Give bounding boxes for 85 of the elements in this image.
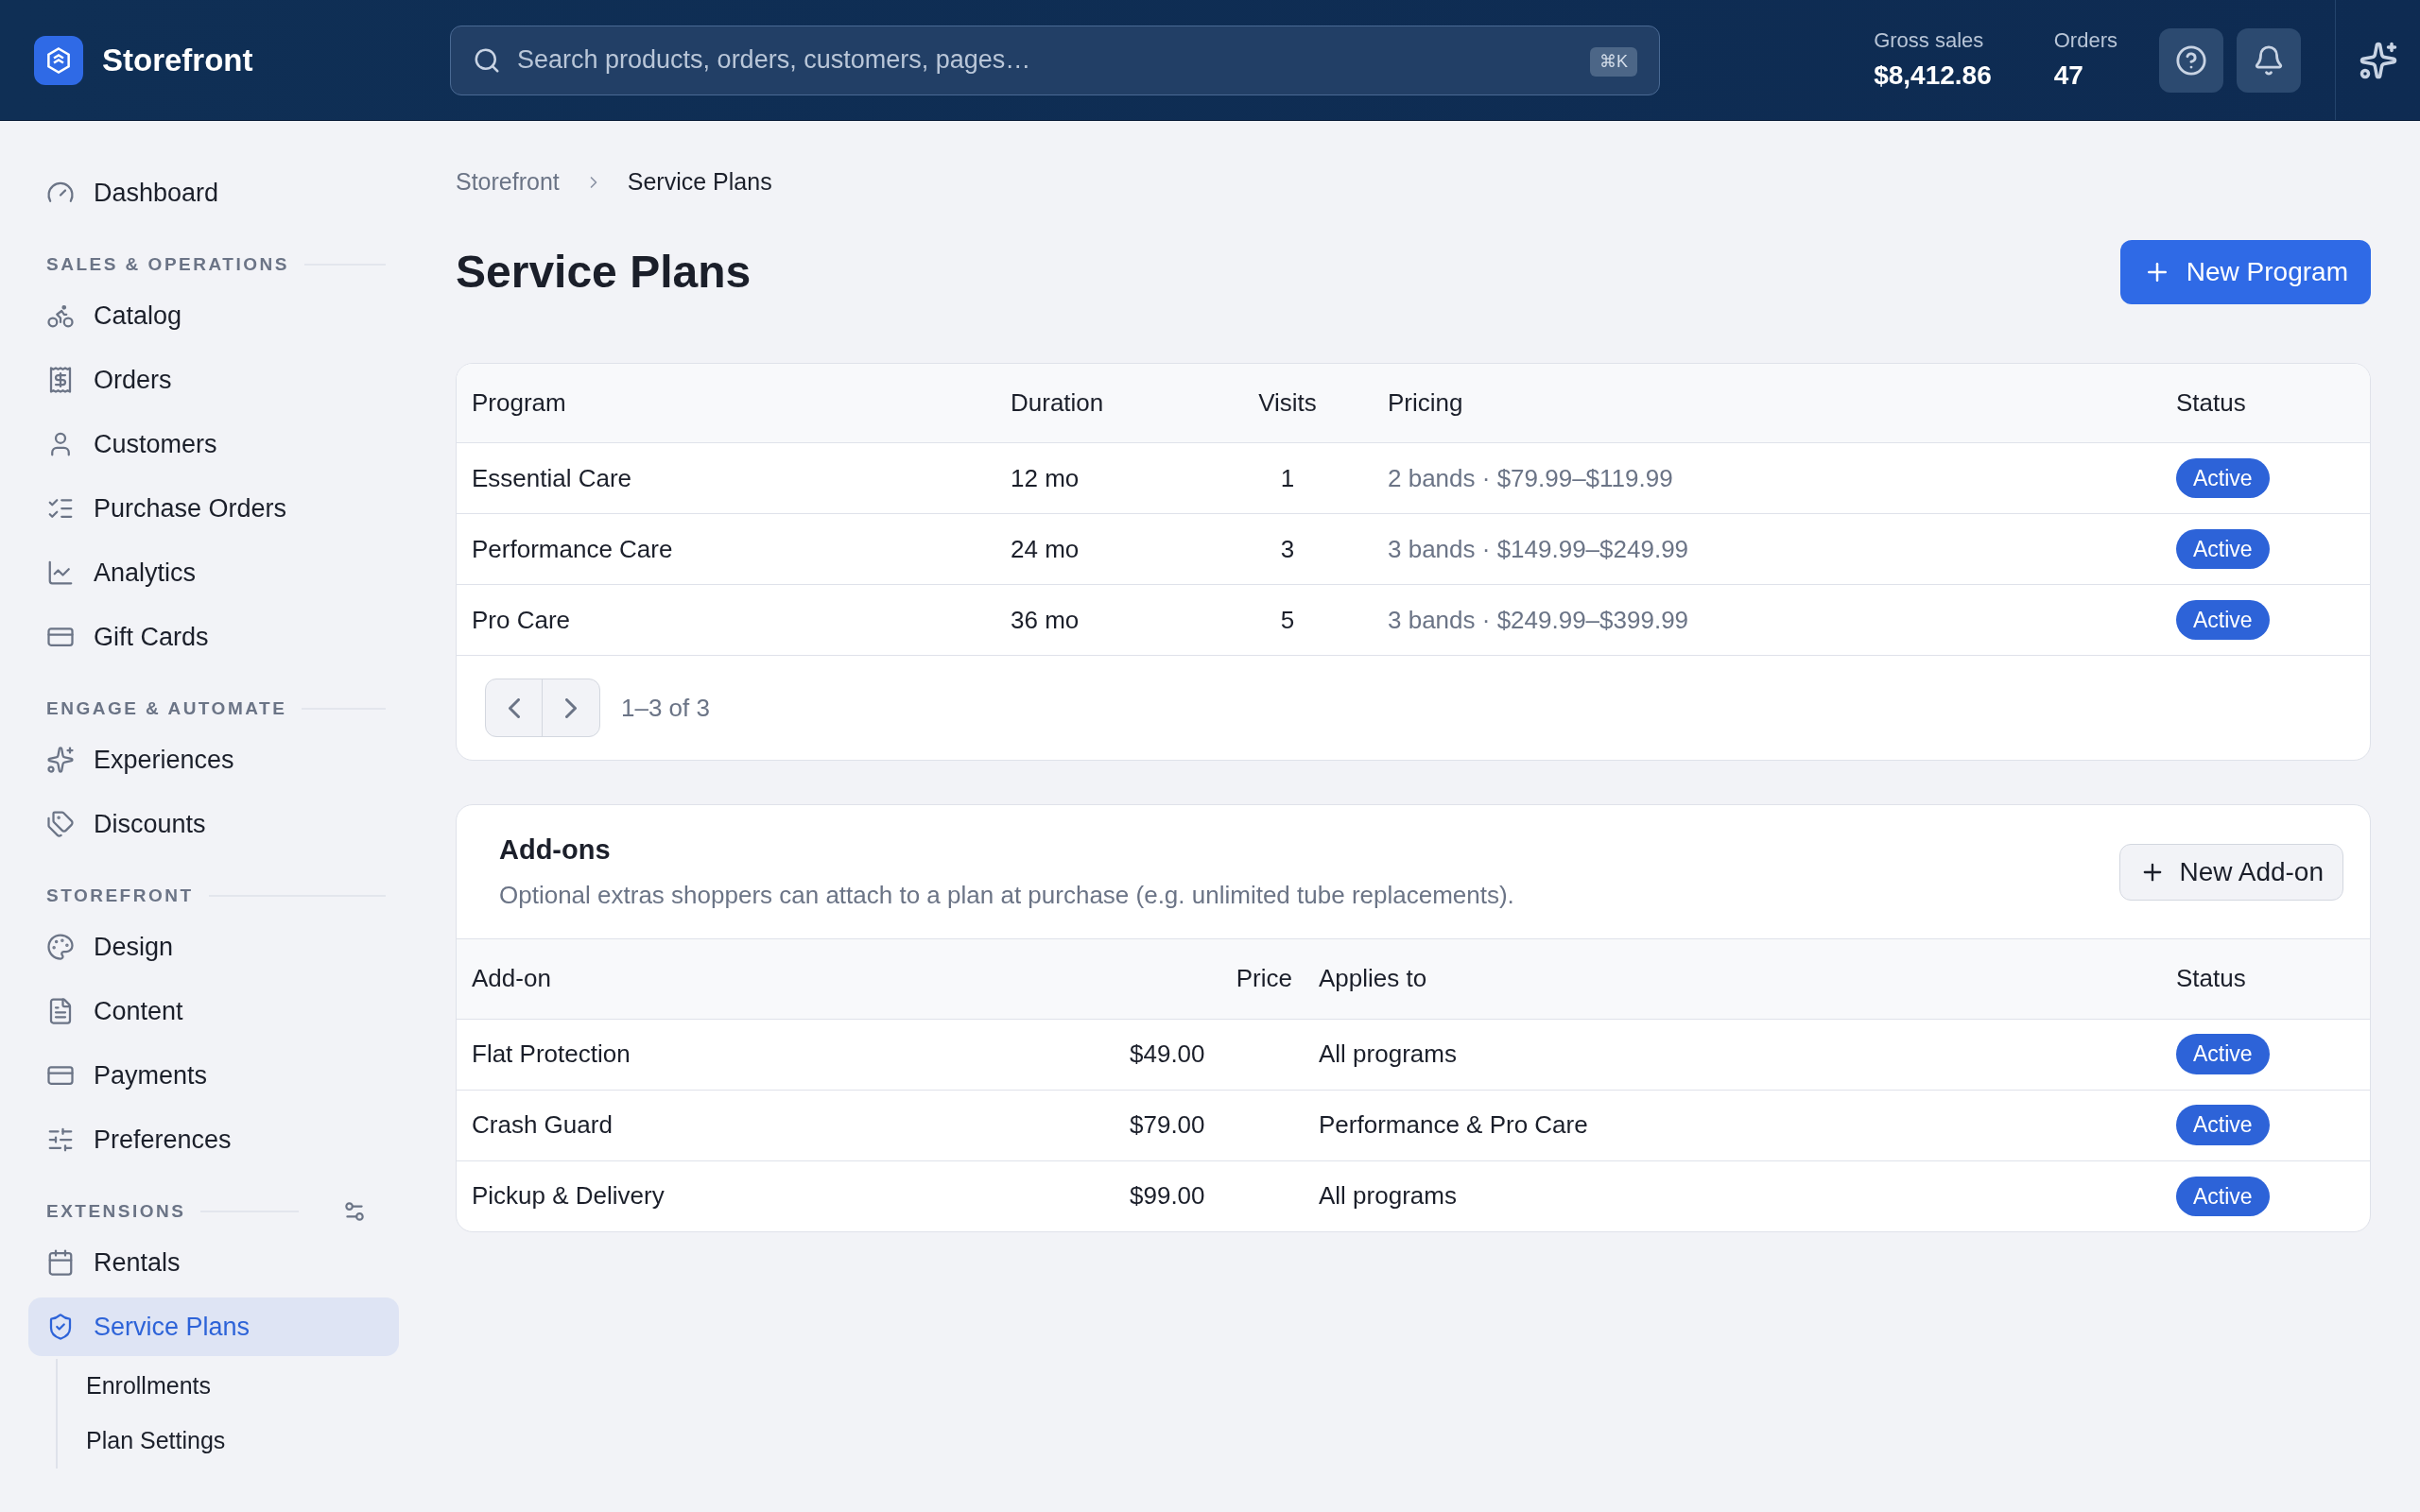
table-cell: Crash Guard (457, 1090, 1020, 1160)
logo-icon (34, 35, 83, 85)
table-cell: $99.00 (1020, 1160, 1304, 1231)
chevron-right-icon (565, 697, 577, 718)
notifications-button[interactable] (2237, 27, 2301, 93)
bell-icon (2253, 43, 2285, 77)
nav-item[interactable]: Gift Cards (28, 608, 399, 666)
status-badge: Active (2176, 528, 2270, 570)
table-cell: 36 mo (1011, 584, 1245, 656)
breadcrumb-item: Service Plans (627, 167, 772, 197)
table-cell: All programs (1304, 1160, 2176, 1231)
sub-nav-item[interactable]: Plan Settings (86, 1414, 399, 1469)
sliders-icon (46, 1125, 75, 1154)
stat-value: $8,412.86 (1874, 60, 1992, 92)
sub-nav-item[interactable]: Enrollments (86, 1359, 399, 1414)
chevron-left-icon (508, 697, 520, 718)
palette-icon (46, 933, 75, 961)
brand-name: Storefront (102, 41, 253, 79)
section-heading: STOREFRONT (46, 884, 194, 907)
nav-item[interactable]: Customers (28, 415, 399, 473)
card-title: Add-ons (499, 833, 612, 868)
column-header: Price (1020, 939, 1304, 1019)
settings-icon[interactable] (342, 1199, 367, 1224)
nav-item[interactable]: Rentals (28, 1233, 399, 1292)
stat-label: Orders (2053, 27, 2118, 54)
table-cell: All programs (1304, 1019, 2176, 1090)
table-cell: Pro Care (457, 584, 1011, 656)
column-header: Status (2176, 363, 2370, 443)
section-heading: EXTENSIONS (46, 1199, 186, 1223)
section-heading: ENGAGE & AUTOMATE (46, 696, 287, 720)
section-heading: SALES & OPERATIONS (46, 252, 289, 276)
help-button[interactable] (2159, 27, 2223, 93)
nav-item[interactable]: Discounts (28, 795, 399, 853)
help-icon (2175, 43, 2207, 77)
tags-icon (46, 810, 75, 838)
nav-item[interactable]: Content (28, 982, 399, 1040)
nav-item[interactable]: Analytics (28, 543, 399, 602)
table-cell: Performance Care (457, 513, 1011, 585)
stat-label: Gross sales (1874, 27, 1985, 54)
page-title: Service Plans (456, 245, 752, 299)
table-cell: 3 bands · $149.99–$249.99 (1330, 513, 2176, 585)
new-program-button[interactable]: New Program (2119, 239, 2371, 304)
nav-item[interactable]: Design (28, 918, 399, 976)
nav-item[interactable]: Purchase Orders (28, 479, 399, 538)
nav-item[interactable]: Service Plans (28, 1297, 399, 1356)
table-cell: Performance & Pro Care (1304, 1090, 2176, 1160)
table-cell: 5 (1245, 584, 1330, 656)
status-badge: Active (2176, 1176, 2270, 1216)
sparkles-icon (2358, 40, 2398, 80)
column-header: Duration (1011, 363, 1245, 443)
table-cell: 1 (1245, 442, 1330, 514)
table-cell: Essential Care (457, 442, 1011, 514)
table-cell: 24 mo (1011, 513, 1245, 585)
column-header: Visits (1245, 363, 1330, 443)
card-description: Optional extras shoppers can attach to a plan at purchase (e.g. unlimited tube replacements). (499, 879, 1514, 911)
stat-value: 47 (2053, 60, 2084, 92)
sparkles-icon (46, 746, 75, 774)
column-header: Pricing (1330, 363, 2176, 443)
nav-item[interactable]: Dashboard (28, 163, 399, 222)
column-header: Status (2176, 939, 2370, 1019)
nav-item[interactable]: Experiences (28, 730, 399, 789)
line-chart-icon (46, 558, 75, 587)
table-cell: Pickup & Delivery (457, 1160, 1020, 1231)
nav-item[interactable]: Catalog (28, 286, 399, 345)
table-cell: $49.00 (1020, 1019, 1304, 1090)
nav-item[interactable]: Preferences (28, 1110, 399, 1169)
table-cell: 2 bands · $79.99–$119.99 (1330, 442, 2176, 514)
column-header: Applies to (1304, 939, 2176, 1019)
status-badge: Active (2176, 457, 2270, 499)
nav-item[interactable]: Payments (28, 1046, 399, 1105)
pagination-info: 1–3 of 3 (621, 692, 710, 724)
status-badge: Active (2176, 599, 2270, 641)
calendar-icon (46, 1248, 75, 1277)
status-badge: Active (2176, 1105, 2270, 1145)
table-cell: 3 (1245, 513, 1330, 585)
table-cell: 12 mo (1011, 442, 1245, 514)
table-cell: 3 bands · $249.99–$399.99 (1330, 584, 2176, 656)
column-header: Add-on (457, 939, 1020, 1019)
table-cell: Flat Protection (457, 1019, 1020, 1090)
table-cell: $79.00 (1020, 1090, 1304, 1160)
nav-item[interactable]: Orders (28, 351, 399, 409)
breadcrumb-item[interactable]: Storefront (456, 164, 560, 200)
status-badge: Active (2176, 1034, 2270, 1074)
column-header: Program (457, 363, 1011, 443)
new-addon-button[interactable]: New Add-on (2119, 843, 2343, 901)
